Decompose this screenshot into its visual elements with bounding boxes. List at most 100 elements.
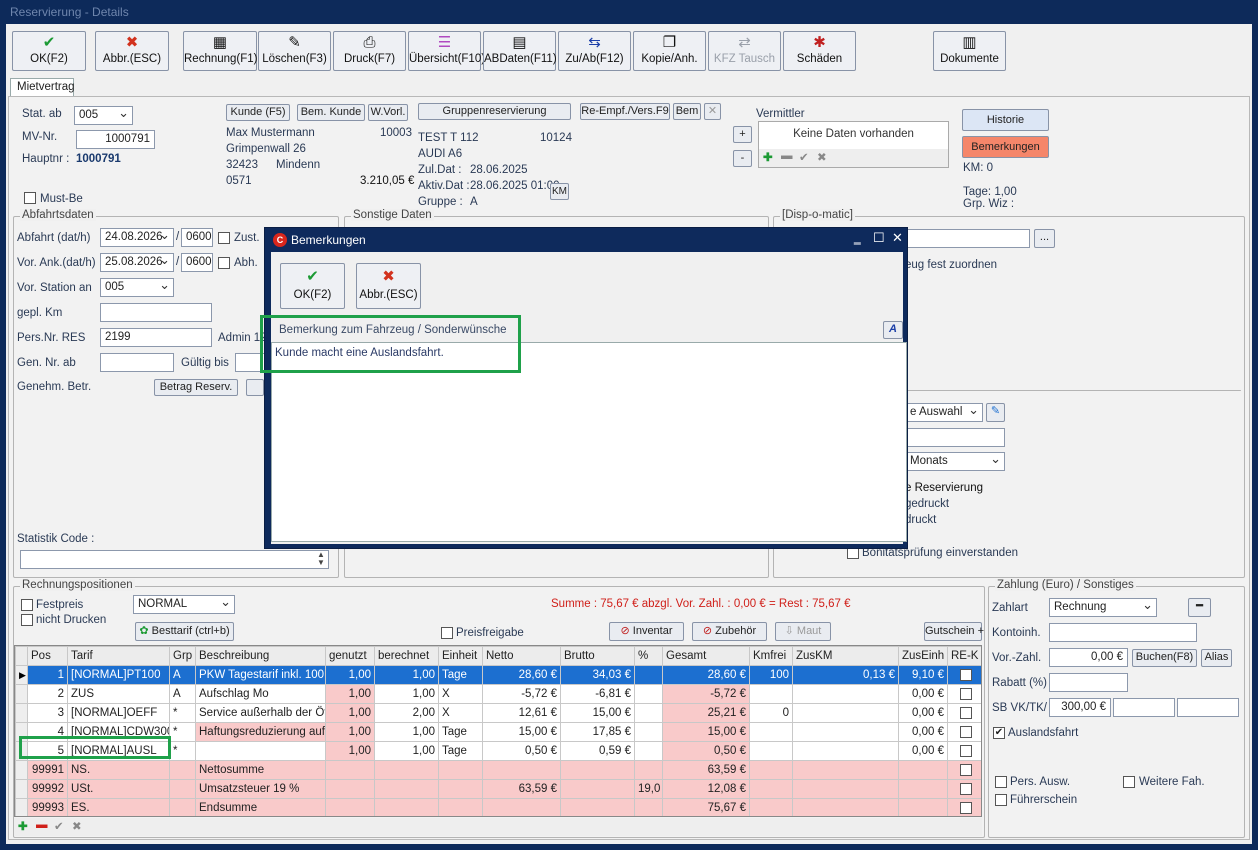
fuehrerschein-checkbox[interactable] xyxy=(995,794,1007,806)
table-cell[interactable] xyxy=(325,760,375,780)
table-cell[interactable]: ZUS xyxy=(67,684,170,704)
table-cell[interactable]: 15,00 € xyxy=(482,722,561,742)
table-cell[interactable] xyxy=(749,722,793,742)
table-cell[interactable]: 100 xyxy=(749,665,793,685)
column-header[interactable]: RE-K xyxy=(947,646,981,666)
table-cell[interactable] xyxy=(898,760,948,780)
table-cell[interactable]: X xyxy=(438,703,483,723)
table-cell[interactable] xyxy=(438,760,483,780)
tarif-select[interactable]: NORMAL xyxy=(133,595,235,614)
table-cell[interactable] xyxy=(634,722,663,742)
vermittler-list[interactable]: Keine Daten vorhanden ✚ ▬ ✔ ✖ xyxy=(758,121,949,168)
table-cell[interactable]: 63,59 € xyxy=(482,779,561,799)
table-cell[interactable]: Aufschlag Mo xyxy=(195,684,326,704)
table-cell[interactable] xyxy=(792,741,899,761)
table-cell[interactable]: * xyxy=(169,741,196,761)
positions-table-wrap[interactable]: Pos Tarif Grp Beschreibung genutzt berechnet E… xyxy=(14,645,982,817)
betrag-reserv-button[interactable]: Betrag Reserv. xyxy=(154,379,238,396)
table-cell[interactable]: 99992 xyxy=(27,779,68,799)
rek-checkbox[interactable] xyxy=(960,744,972,757)
bemerkungen-button[interactable]: Bemerkungen xyxy=(962,136,1049,158)
column-header[interactable]: ZusKM xyxy=(792,646,899,666)
column-header[interactable]: Gesamt xyxy=(662,646,750,666)
table-cell[interactable]: 17,85 € xyxy=(560,722,635,742)
table-cell[interactable]: * xyxy=(169,703,196,723)
rek-checkbox[interactable] xyxy=(960,763,972,776)
bem-button[interactable]: Bem xyxy=(673,103,701,120)
maut-button[interactable]: ⇩ Maut xyxy=(775,622,831,641)
rek-checkbox[interactable] xyxy=(960,687,972,700)
ok-button[interactable]: ✔ OK(F2) xyxy=(12,31,86,71)
station-select[interactable]: 005 xyxy=(100,278,174,297)
rek-checkbox-cell[interactable] xyxy=(947,798,981,816)
table-cell[interactable]: 15,00 € xyxy=(662,722,750,742)
table-cell[interactable]: 0,00 € xyxy=(898,684,948,704)
column-header[interactable]: Brutto xyxy=(560,646,635,666)
table-cell[interactable] xyxy=(792,760,899,780)
table-cell[interactable]: Umsatzsteuer 19 % xyxy=(195,779,326,799)
gen-input[interactable] xyxy=(100,353,174,372)
bem-kunde-button[interactable]: Bem. Kunde xyxy=(297,104,365,121)
table-cell[interactable] xyxy=(634,798,663,816)
table-row[interactable]: 99992 USt. Umsatzsteuer 19 % 63,59 € 19,0 12,… xyxy=(15,779,981,799)
table-cell[interactable] xyxy=(749,741,793,761)
table-row[interactable]: 2 ZUS A Aufschlag Mo 1,00 1,00 X -5,72 € -6,81 €… xyxy=(15,684,981,704)
table-cell[interactable]: PKW Tagestarif inkl. 100 xyxy=(195,665,326,685)
re-empf-button[interactable]: Re-Empf./Vers.F9 xyxy=(580,103,670,120)
vor-date[interactable]: 25.08.2026 xyxy=(100,253,174,272)
table-cell[interactable]: 19,0 xyxy=(634,779,663,799)
sb-input-3[interactable] xyxy=(1177,698,1239,717)
pers-input[interactable]: 2199 xyxy=(100,328,212,347)
dialog-cancel-button[interactable]: ✖ Abbr.(ESC) xyxy=(356,263,421,309)
abfahrt-time[interactable]: 0600 xyxy=(181,228,213,247)
table-cell[interactable] xyxy=(560,779,635,799)
table-row[interactable]: ▶ 1 [NORMAL]PT100 A PKW Tagestarif inkl. 100… xyxy=(15,665,981,685)
table-cell[interactable] xyxy=(634,703,663,723)
table-cell[interactable]: 0,00 € xyxy=(898,741,948,761)
table-cell[interactable] xyxy=(325,779,375,799)
table-cell[interactable]: 0,59 € xyxy=(560,741,635,761)
table-cell[interactable]: ES. xyxy=(67,798,170,816)
table-cell[interactable] xyxy=(792,722,899,742)
druck-button[interactable]: ⎙ Druck(F7) xyxy=(333,31,406,71)
minimize-icon[interactable]: ‗ xyxy=(854,231,861,245)
kfz-tausch-button[interactable]: ⇄ KFZ Tausch xyxy=(708,31,781,71)
column-header[interactable]: Netto xyxy=(482,646,561,666)
rek-checkbox-cell[interactable] xyxy=(947,684,981,704)
abfahrt-date[interactable]: 24.08.2026 xyxy=(100,228,174,247)
rek-checkbox[interactable] xyxy=(960,706,972,719)
table-cell[interactable]: 0,50 € xyxy=(482,741,561,761)
table-cell[interactable] xyxy=(482,798,561,816)
zahlart-select[interactable]: Rechnung xyxy=(1049,598,1157,617)
table-cell[interactable] xyxy=(169,798,196,816)
table-cell[interactable]: NS. xyxy=(67,760,170,780)
abh-checkbox[interactable] xyxy=(218,257,230,269)
table-cell[interactable]: 28,60 € xyxy=(482,665,561,685)
add-vermittler-button[interactable]: + xyxy=(733,126,752,143)
table-cell[interactable] xyxy=(438,798,483,816)
table-cell[interactable] xyxy=(749,798,793,816)
table-cell[interactable]: X xyxy=(438,684,483,704)
table-cell[interactable]: 0 xyxy=(749,703,793,723)
historie-button[interactable]: Historie xyxy=(962,109,1049,131)
table-cell[interactable] xyxy=(560,760,635,780)
dialog-ok-button[interactable]: ✔ OK(F2) xyxy=(280,263,345,309)
table-cell[interactable]: 1,00 xyxy=(325,741,375,761)
remove-vermittler-button[interactable]: - xyxy=(733,150,752,167)
festpreis-checkbox[interactable] xyxy=(21,599,33,611)
table-cell[interactable]: 99991 xyxy=(27,760,68,780)
cancel-row-icon[interactable]: ✖ xyxy=(72,819,82,833)
table-cell[interactable]: -5,72 € xyxy=(482,684,561,704)
persausw-checkbox[interactable] xyxy=(995,776,1007,788)
table-cell[interactable]: 1 xyxy=(27,665,68,685)
column-header[interactable]: genutzt xyxy=(325,646,375,666)
gruppenreservierung-button[interactable]: Gruppenreservierung xyxy=(418,103,571,120)
table-cell[interactable]: 1,00 xyxy=(374,665,439,685)
table-cell[interactable]: 3 xyxy=(27,703,68,723)
table-cell[interactable]: Tage xyxy=(438,665,483,685)
nichtdrucken-checkbox[interactable] xyxy=(21,614,33,626)
table-cell[interactable]: 1,00 xyxy=(374,722,439,742)
uebersicht-button[interactable]: ☰ Übersicht(F10) xyxy=(408,31,485,71)
rek-checkbox[interactable] xyxy=(960,801,972,814)
preisfreigabe-checkbox[interactable] xyxy=(441,627,453,639)
